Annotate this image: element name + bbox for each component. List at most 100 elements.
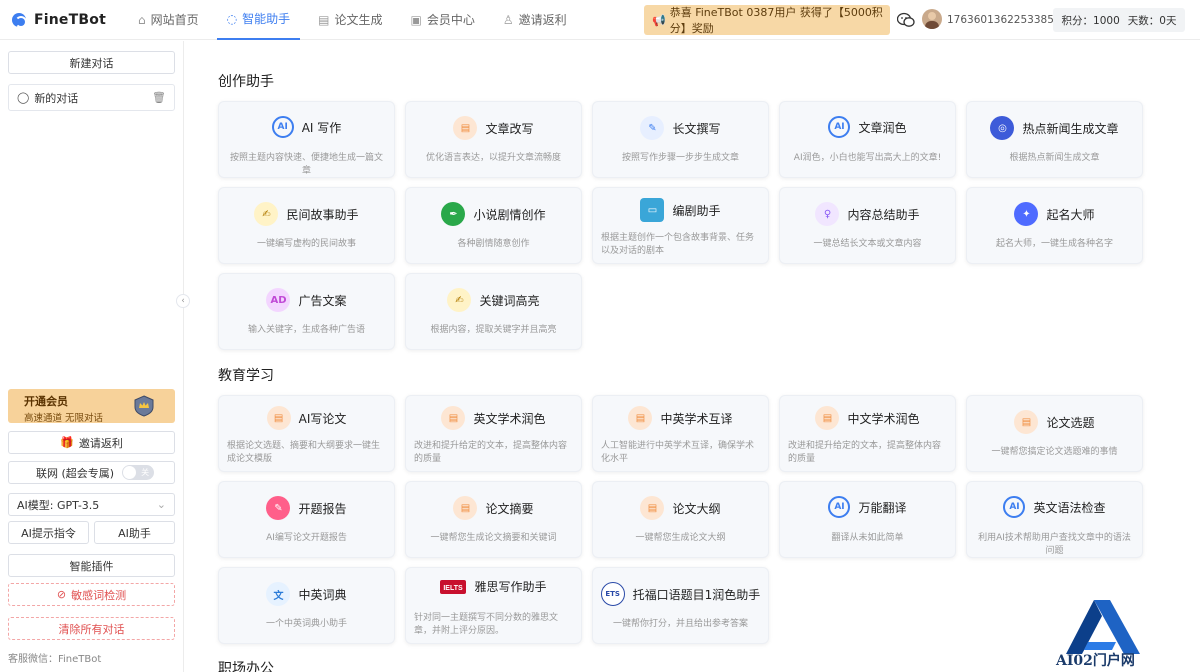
- card-title: 论文大纲: [672, 501, 721, 516]
- card-title: 英文语法检查: [1033, 500, 1106, 515]
- nav-item-assistant[interactable]: ◌ 智能助手: [216, 0, 301, 40]
- model-select[interactable]: AI模型: GPT-3.5 ⌄: [8, 493, 175, 516]
- nav-item-home[interactable]: ⌂ 网站首页: [128, 0, 209, 40]
- section-title-office: 职场办公: [218, 661, 274, 672]
- card-desc: 输入关键字，生成各种广告语: [247, 325, 365, 335]
- card-title: 文章改写: [485, 121, 534, 136]
- card-polish[interactable]: AI 文章润色 AI润色，小白也能写出高大上的文章!: [779, 101, 956, 178]
- avatar[interactable]: [922, 9, 942, 29]
- nav-item-paper[interactable]: ▤ 论文生成: [308, 0, 392, 40]
- nav-item-member[interactable]: ▣ 会员中心: [401, 0, 485, 40]
- card-universal-translate[interactable]: AI 万能翻译 翻译从未如此简单: [779, 481, 956, 558]
- magic-icon: ✦: [1014, 202, 1039, 226]
- card-desc: 各种剧情随意创作: [457, 239, 530, 249]
- section-title-education: 教育学习: [218, 368, 274, 384]
- document-icon: ▤: [266, 406, 291, 430]
- nav-item-label: 邀请返利: [518, 13, 567, 27]
- document-icon: ▤: [453, 496, 478, 520]
- nav-item-invite[interactable]: ♙ 邀请返利: [493, 0, 577, 40]
- invite-label: 邀请返利: [78, 436, 123, 450]
- ai-icon: AI: [1003, 496, 1026, 518]
- points-value: 积分：1000: [1061, 14, 1120, 27]
- card-paper-abstract[interactable]: ▤ 论文摘要 一键帮您生成论文摘要和关键词: [405, 481, 582, 558]
- card-desc: 一个中英词典小助手: [265, 619, 347, 629]
- clear-chats-button[interactable]: 清除所有对话: [8, 617, 175, 640]
- conversation-item[interactable]: ◯ 新的对话 🗑: [8, 84, 175, 111]
- chevron-down-icon: ⌄: [156, 498, 166, 511]
- card-en-academic-polish[interactable]: ▤ 英文学术润色 改进和提升给定的文本，提高整体内容的质量: [405, 395, 582, 472]
- card-ielts-writing[interactable]: IELTS 雅思写作助手 针对同一主题撰写不同分数的雅思文章，并附上评分原因。: [405, 567, 582, 644]
- home-icon: ⌂: [138, 12, 146, 27]
- card-long-article[interactable]: ✎ 长文撰写 按照写作步骤一步步生成文章: [592, 101, 769, 178]
- card-title: 热点新闻生成文章: [1022, 121, 1119, 136]
- card-desc: 针对同一主题撰写不同分数的雅思文章，并附上评分原因。: [414, 613, 559, 636]
- logo[interactable]: FineTBot: [0, 12, 128, 28]
- card-news-article[interactable]: ◎ 热点新闻生成文章 根据热点新闻生成文章: [966, 101, 1143, 178]
- card-grammar-check[interactable]: AI 英文语法检查 利用AI技术帮助用户查找文章中的语法问题: [966, 481, 1143, 558]
- card-rewrite[interactable]: ▤ 文章改写 优化语言表达，以提升文章流畅度: [405, 101, 582, 178]
- card-folk-story[interactable]: ✍ 民间故事助手 一键编写虚构的民间故事: [218, 187, 395, 264]
- wechat-icon[interactable]: [897, 12, 915, 28]
- card-desc: 一键编写虚构的民间故事: [256, 239, 356, 249]
- card-desc: 一键帮你打分，并且给出参考答案: [612, 619, 748, 629]
- sensitive-check-button[interactable]: ⊘ 敏感词检测: [8, 583, 175, 606]
- card-title: 中英词典: [298, 587, 347, 602]
- trash-icon[interactable]: 🗑: [152, 91, 166, 104]
- horn-icon: 📢: [652, 13, 666, 27]
- vip-banner[interactable]: 开通会员 高速通道 无限对话: [8, 389, 175, 424]
- prompt-button[interactable]: AI提示指令: [8, 521, 89, 544]
- card-dictionary[interactable]: 文中英词典 一个中英词典小助手: [218, 567, 395, 644]
- plugins-button[interactable]: 智能插件: [8, 554, 175, 577]
- network-toggle[interactable]: 关: [122, 465, 155, 480]
- svg-text:IELTS: IELTS: [444, 585, 464, 592]
- card-title: 雅思写作助手: [474, 580, 547, 594]
- card-ai-writing[interactable]: AI AI 写作 按照主题内容快速、便捷地生成一篇文章: [218, 101, 395, 178]
- card-title: 论文选题: [1046, 415, 1095, 430]
- invite-button[interactable]: 🎁 邀请返利: [8, 431, 175, 454]
- card-title: 民间故事助手: [286, 207, 359, 222]
- card-desc: 一键帮您搞定论文选题难的事情: [991, 447, 1118, 457]
- screen-icon: ▭: [640, 198, 665, 222]
- card-title: 内容总结助手: [847, 207, 920, 222]
- card-desc: 改进和提升给定的文本，提高整体内容的质量: [414, 441, 568, 464]
- announcement-banner: 📢 恭喜 FineTBot 0387用户 获得了【5000积分】奖励: [644, 5, 890, 35]
- days-value: 天数：0天: [1127, 14, 1177, 27]
- sidebar: 新建对话 ◯ 新的对话 🗑 开通会员 高速通道 无限对话 🎁 邀请返利 联网 (…: [0, 41, 184, 672]
- new-chat-button[interactable]: 新建对话: [8, 51, 175, 74]
- ets-icon: ETS: [600, 582, 625, 606]
- card-desc: 按照主题内容快速、便捷地生成一篇文章: [229, 153, 383, 176]
- card-desc: 根据热点新闻生成文章: [1009, 153, 1100, 163]
- main-content: 创作助手 AI AI 写作 按照主题内容快速、便捷地生成一篇文章 ▤ 文章改写 优化…: [185, 41, 1200, 672]
- assistant-button[interactable]: AI助手: [94, 521, 175, 544]
- card-proposal-report[interactable]: ✎ 开题报告 AI编写论文开题报告: [218, 481, 395, 558]
- logo-icon: [12, 12, 27, 28]
- stats-badge: 积分：1000 天数：0天: [1053, 8, 1185, 32]
- app-name: FineTBot: [34, 11, 106, 28]
- chat-icon: ◌: [226, 11, 238, 26]
- watermark-text: AI02门户网: [1056, 653, 1135, 669]
- nav-item-label: 论文生成: [334, 13, 383, 27]
- ielts-icon: IELTS: [440, 579, 467, 594]
- card-cn-academic-polish[interactable]: ▤ 中文学术润色 改进和提升给定的文本，提高整体内容的质量: [779, 395, 956, 472]
- card-toefl-speaking[interactable]: ETS 托福口语题目1润色助手 一键帮你打分，并且给出参考答案: [592, 567, 769, 644]
- card-keyword-highlight[interactable]: ✍ 关键词高亮 根据内容，提取关键字并且高亮: [405, 273, 582, 350]
- gift-icon: 🎁: [60, 436, 74, 449]
- card-desc: 翻译从未如此简单: [831, 533, 904, 543]
- card-novel-plot[interactable]: ✒ 小说剧情创作 各种剧情随意创作: [405, 187, 582, 264]
- model-value: AI模型: GPT-3.5: [17, 498, 100, 512]
- conversation-title: 新的对话: [34, 91, 79, 105]
- card-title: 文章润色: [858, 120, 907, 135]
- card-topic-selection[interactable]: ▤ 论文选题 一键帮您搞定论文选题难的事情: [966, 395, 1143, 472]
- card-ad-copy[interactable]: AD 广告文案 输入关键字，生成各种广告语: [218, 273, 395, 350]
- card-screenwriter[interactable]: ▭ 编剧助手 根据主题创作一个包含故事背景、任务以及对话的剧本: [592, 187, 769, 264]
- nav-item-label: 智能助手: [242, 12, 291, 26]
- card-desc: AI编写论文开题报告: [266, 533, 347, 543]
- card-desc: 一键帮您生成论文大纲: [635, 533, 726, 543]
- card-naming[interactable]: ✦ 起名大师 起名大师，一键生成各种名字: [966, 187, 1143, 264]
- card-desc: 按照写作步骤一步步生成文章: [621, 153, 739, 163]
- card-academic-translate[interactable]: ▤ 中英学术互译 人工智能进行中英学术互译，确保学术化水平: [592, 395, 769, 472]
- card-ai-paper[interactable]: ▤ AI写论文 根据论文选题、摘要和大纲要求一键生成论文模版: [218, 395, 395, 472]
- invite-icon: ♙: [502, 12, 514, 27]
- card-paper-outline[interactable]: ▤ 论文大纲 一键帮您生成论文大纲: [592, 481, 769, 558]
- card-summary[interactable]: ♀ 内容总结助手 一键总结长文本或文章内容: [779, 187, 956, 264]
